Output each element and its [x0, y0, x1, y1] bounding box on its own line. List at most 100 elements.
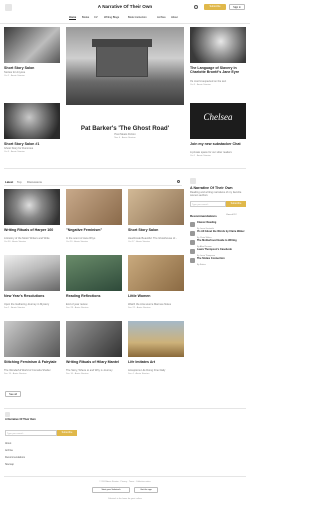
post-thumbnail[interactable] — [128, 255, 184, 291]
footer-sub-note: Substack is the home for great culture — [108, 498, 142, 500]
post-title[interactable]: Short Story Salon — [128, 228, 184, 232]
recommendation-name[interactable]: Classic Reading — [197, 221, 245, 225]
post-card[interactable]: "Negative Feminism" In the scent of Jane … — [66, 189, 122, 249]
nav-writing-blogs[interactable]: Writing Blogs — [104, 16, 119, 19]
post-thumbnail[interactable] — [128, 321, 184, 357]
post-date: Oct 30 · Annie Stanton — [4, 241, 27, 243]
search-icon[interactable] — [194, 5, 198, 9]
post-subtitle: The Wonderful World of Cornelia Shelter — [4, 369, 51, 372]
post-card[interactable]: Reading Reflections End of year review Dec… — [66, 255, 122, 315]
post-title[interactable]: "Negative Feminism" — [66, 228, 122, 232]
hero-image[interactable] — [66, 27, 184, 105]
post-card[interactable]: Short Story Salon Heartbreak Beautiful: T… — [128, 189, 184, 249]
post-date: Jan 1 · Annie Stanton — [4, 307, 25, 309]
tab-latest[interactable]: Latest — [5, 180, 13, 184]
post-thumbnail[interactable] — [4, 189, 60, 225]
nav-books[interactable]: Books — [82, 16, 89, 19]
post-date: Dec 28 · Annie Stanton — [66, 307, 89, 309]
post-card[interactable]: Stitching Feminism & Fairytale The Wonder… — [4, 321, 60, 381]
recommendations-title: Recommendations — [190, 214, 217, 218]
recommendation-name[interactable]: The Sixties Connection — [197, 257, 245, 261]
featured-right-bottom-title[interactable]: Join my new substacker Chat — [190, 142, 246, 146]
hero-roof — [92, 39, 152, 47]
featured-left-top-sub: Stories for Anyone — [4, 71, 26, 74]
hero-building — [96, 45, 148, 77]
tab-top[interactable]: Top — [17, 180, 22, 184]
featured-right-top-image[interactable] — [190, 27, 246, 63]
tab-discussions[interactable]: Discussions — [27, 180, 42, 184]
start-substack-label: Start your Substack — [101, 489, 121, 491]
post-thumbnail[interactable] — [66, 255, 122, 291]
featured-left-bottom-date: Oct 5 · Annie Stanton — [4, 151, 25, 153]
recommendations-view-all[interactable]: View all 12 — [226, 214, 237, 216]
sidebar-email-input[interactable]: Type your email... — [190, 201, 226, 207]
post-subtitle: Acceptions Life Doing Fine Daily — [128, 369, 166, 372]
post-card[interactable]: Writing Rituals of Hilary Mantel The Stor… — [66, 321, 122, 381]
post-card[interactable]: Writing Rituals of Harper 160 A History o… — [4, 189, 60, 249]
recommendation-item[interactable]: The Sixties Connection By Sixties — [190, 257, 246, 266]
post-thumbnail[interactable] — [128, 189, 184, 225]
featured-left-bottom-image[interactable] — [4, 103, 60, 139]
recommendation-name[interactable]: The Motherhood Guide to Writing — [197, 239, 245, 243]
featured-left-bottom-sub: Ghost Story for Dummies — [4, 147, 34, 150]
post-subtitle: Upon the Gathering Journey in Mystery — [4, 303, 50, 306]
footer-email-input[interactable]: Type your email... — [5, 430, 57, 436]
post-thumbnail[interactable] — [66, 189, 122, 225]
footer-link-archive[interactable]: Archive — [5, 449, 13, 452]
recommendation-item[interactable]: Laura Thompson's Casebook By Laura Thomps… — [190, 248, 246, 257]
recommendation-name[interactable]: It's All About the Words by Claire Weber — [197, 230, 245, 234]
footer-pub-name[interactable]: A Narrative Of Their Own — [5, 418, 36, 421]
sidebar-pub-name[interactable]: A Narrative Of Their Own — [190, 186, 246, 190]
nav-book-instruction[interactable]: Book Instruction — [128, 16, 147, 19]
footer-subscribe-button[interactable]: Subscribe — [57, 430, 77, 436]
featured-right-top-date: Oct 5 · Annie Stanton — [190, 84, 211, 86]
post-date: Oct 20 · Annie Stanton — [66, 241, 89, 243]
main-nav: Home Books CV Writing Blogs Book Instruc… — [0, 15, 250, 21]
featured-right-top-title[interactable]: The Language of Slavery in Charlotte Bro… — [190, 66, 246, 75]
featured-left-top-image[interactable] — [4, 27, 60, 63]
post-date: Dec 22 · Annie Stanton — [128, 307, 151, 309]
chelsea-sign-text: Chelsea — [203, 112, 233, 122]
nav-about[interactable]: About — [171, 16, 178, 19]
post-title[interactable]: Writing Rituals of Hilary Mantel — [66, 360, 122, 364]
recommendation-item[interactable]: Classic Reading By Lorna Gestwicki — [190, 221, 246, 230]
footer-link-about[interactable]: About — [5, 442, 11, 445]
get-app-button[interactable]: Get the app — [134, 487, 158, 493]
post-card[interactable]: Little Women Watch the Aria source Marmee… — [128, 255, 184, 315]
recommendation-avatar — [190, 222, 195, 227]
footer-link-sitemap[interactable]: Sitemap — [5, 463, 14, 466]
post-title[interactable]: Writing Rituals of Harper 160 — [4, 228, 60, 232]
recommendation-item[interactable]: It's All About the Words by Claire Weber… — [190, 230, 246, 239]
post-title[interactable]: Little Women — [128, 294, 184, 298]
top-header: A Narrative Of Their Own Subscribe Sign … — [0, 0, 250, 16]
post-title[interactable]: Reading Reflections — [66, 294, 122, 298]
post-title[interactable]: Stitching Feminism & Fairytale — [4, 360, 60, 364]
start-substack-button[interactable]: Start your Substack — [92, 487, 130, 493]
sidebar-subscribe-button[interactable]: Subscribe — [226, 201, 246, 207]
nav-home[interactable]: Home — [69, 16, 77, 20]
sign-in-button[interactable]: Sign in — [229, 4, 245, 10]
recommendation-name[interactable]: Laura Thompson's Casebook — [197, 248, 245, 252]
subscribe-button[interactable]: Subscribe — [204, 4, 226, 10]
featured-right-bottom-image[interactable]: Chelsea — [190, 103, 246, 139]
nav-cv[interactable]: CV — [94, 16, 98, 19]
tab-search-icon[interactable] — [177, 180, 180, 183]
post-card[interactable]: New Year's Resolutions Upon the Gathering… — [4, 255, 60, 315]
hero-date: Nov 4 · Annie Stanton — [114, 137, 136, 139]
hero-title[interactable]: Pat Barker's 'The Ghost Road' — [66, 125, 184, 132]
recommendation-item[interactable]: The Motherhood Guide to Writing By Alisa … — [190, 239, 246, 248]
post-date: Dec 10 · Annie Stanton — [66, 373, 89, 375]
footer-link-recommendations[interactable]: Recommendations — [5, 456, 25, 459]
nav-archive[interactable]: Archive — [157, 16, 166, 19]
post-title[interactable]: New Year's Resolutions — [4, 294, 60, 298]
featured-left-bottom-title[interactable]: Short Story Salon #1 — [4, 142, 60, 146]
post-date: Oct 17 · Annie Stanton — [128, 241, 151, 243]
see-all-button[interactable]: See all — [5, 391, 21, 397]
post-thumbnail[interactable] — [4, 321, 60, 357]
post-thumbnail[interactable] — [4, 255, 60, 291]
post-title[interactable]: Life Imitates Art — [128, 360, 184, 364]
sidebar-pub-icon — [190, 178, 196, 184]
post-card[interactable]: Life Imitates Art Acceptions Life Doing F… — [128, 321, 184, 381]
post-thumbnail[interactable] — [66, 321, 122, 357]
featured-left-top-title[interactable]: Short Story Salon — [4, 66, 60, 70]
